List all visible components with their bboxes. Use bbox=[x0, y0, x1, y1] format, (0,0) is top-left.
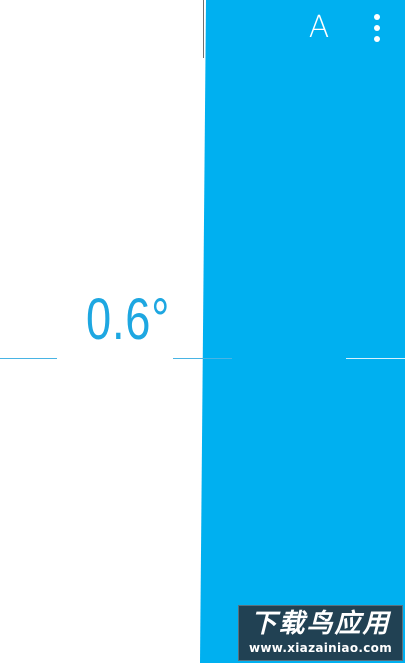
overflow-menu-icon[interactable] bbox=[366, 10, 388, 46]
menu-dot bbox=[374, 25, 380, 31]
tilt-indicator-area bbox=[200, 0, 405, 663]
watermark-badge: 下载鸟应用 www.xiazainiao.com bbox=[238, 605, 403, 661]
mode-toggle-button[interactable]: A bbox=[303, 8, 335, 48]
watermark-title: 下载鸟应用 bbox=[250, 609, 391, 639]
angle-readout: 0.6° bbox=[86, 287, 171, 352]
reference-line-left bbox=[0, 358, 57, 359]
reference-line-center bbox=[173, 358, 232, 359]
reference-line-right bbox=[346, 358, 405, 359]
mode-label: A bbox=[308, 10, 330, 45]
level-screen: 0.6° A 下载鸟应用 www.xiazainiao.com bbox=[0, 0, 405, 663]
vertical-divider bbox=[203, 0, 204, 58]
menu-dot bbox=[374, 14, 380, 20]
menu-dot bbox=[374, 36, 380, 42]
watermark-url: www.xiazainiao.com bbox=[248, 641, 392, 655]
level-fill-panel bbox=[200, 0, 405, 663]
